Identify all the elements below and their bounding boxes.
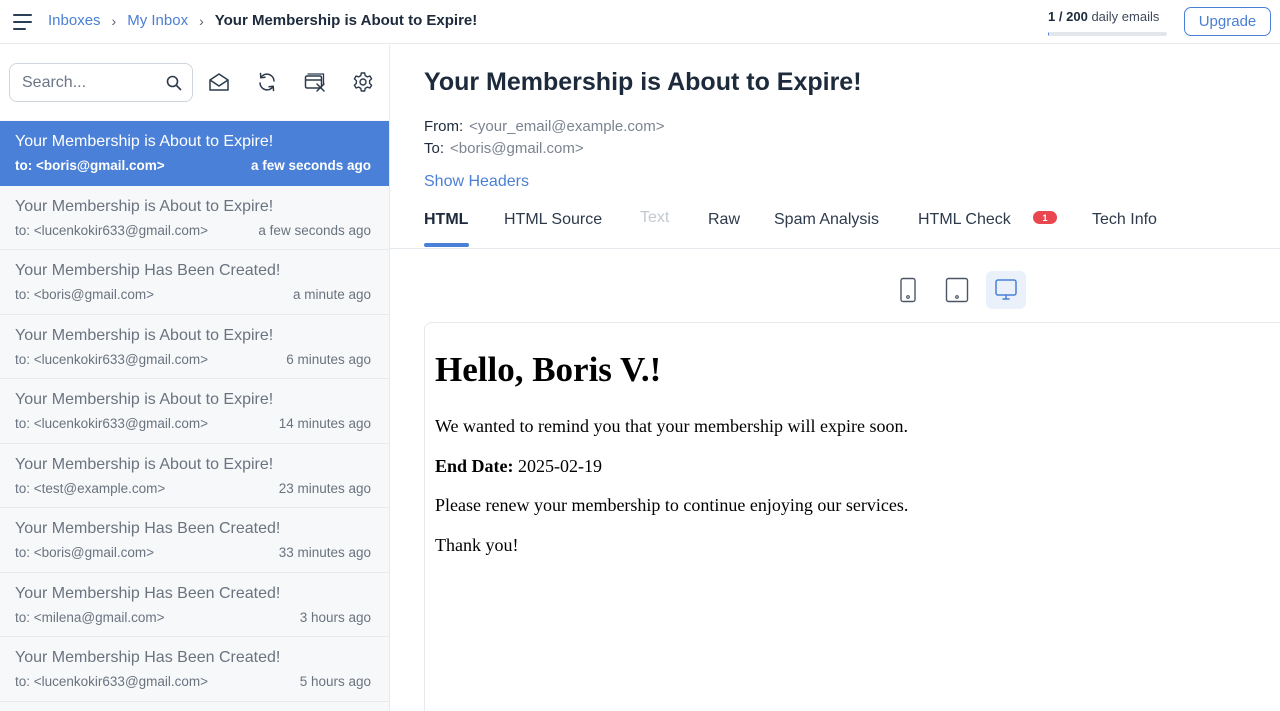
quota-label: daily emails: [1091, 9, 1160, 24]
tab-text: Text: [640, 209, 670, 226]
refresh-icon[interactable]: [256, 71, 278, 93]
tab-spam-analysis[interactable]: Spam Analysis: [774, 211, 879, 229]
tab-html-check[interactable]: HTML Check: [918, 211, 1011, 229]
to-label: To:: [424, 140, 445, 157]
email-list: Your Membership is About to Expire! to: …: [0, 121, 389, 702]
email-paragraph-reminder: We wanted to remind you that your member…: [435, 416, 908, 436]
email-paragraph-renew: Please renew your membership to continue…: [435, 495, 909, 515]
breadcrumb: Inboxes › My Inbox › Your Membership is …: [48, 12, 477, 29]
email-list-item[interactable]: Your Membership Has Been Created! to: <b…: [0, 508, 389, 573]
mobile-icon: [900, 277, 916, 303]
tablet-icon: [945, 277, 969, 303]
email-recipient: to: <lucenkokir633@gmail.com>: [15, 351, 209, 367]
email-recipient: to: <boris@gmail.com>: [15, 545, 155, 560]
to-address: <boris@gmail.com>: [450, 140, 584, 157]
email-time: a few seconds ago: [250, 158, 371, 173]
email-end-date: End Date: 2025-02-19: [435, 456, 602, 477]
from-address: <your_email@example.com>: [469, 118, 665, 135]
daily-quota: 1 / 200 daily emails: [1048, 9, 1159, 24]
email-time: 23 minutes ago: [278, 480, 371, 496]
email-subject: Your Membership Has Been Created!: [15, 262, 281, 279]
email-subject: Your Membership Has Been Created!: [15, 520, 281, 537]
end-date-value: 2025-02-19: [518, 456, 603, 476]
email-time: a minute ago: [292, 287, 371, 302]
email-list-item[interactable]: Your Membership Has Been Created! to: <b…: [0, 250, 389, 315]
search-box: [9, 63, 193, 102]
email-list-item[interactable]: Your Membership is About to Expire! to: …: [0, 443, 389, 508]
email-recipient: to: <milena@gmail.com>: [15, 609, 165, 625]
email-subject: Your Membership is About to Expire!: [15, 133, 274, 150]
desktop-view-button[interactable]: [986, 271, 1026, 309]
email-time: 6 minutes ago: [286, 351, 371, 367]
breadcrumb-separator: ›: [111, 12, 117, 29]
email-recipient: to: <lucenkokir633@gmail.com>: [15, 674, 209, 689]
email-subject: Your Membership is About to Expire!: [15, 197, 274, 215]
top-bar: Inboxes › My Inbox › Your Membership is …: [0, 0, 1280, 44]
mail-open-icon[interactable]: [208, 71, 230, 93]
quota-progress-fill: [1048, 32, 1049, 36]
end-date-label: End Date:: [435, 456, 514, 476]
email-list-item[interactable]: Your Membership Has Been Created! to: <l…: [0, 637, 389, 702]
message-view: Your Membership is About to Expire! From…: [390, 45, 1280, 711]
tablet-view-button[interactable]: [937, 271, 977, 309]
email-subject: Your Membership Has Been Created!: [15, 649, 281, 666]
email-subject: Your Membership is About to Expire!: [15, 391, 274, 408]
tab-html-source[interactable]: HTML Source: [504, 211, 602, 229]
email-list-item-active[interactable]: Your Membership is About to Expire! to: …: [0, 121, 389, 186]
tab-tech-info[interactable]: Tech Info: [1092, 211, 1157, 229]
email-time: 14 minutes ago: [278, 416, 371, 431]
email-time: a few seconds ago: [258, 222, 371, 238]
email-time: 3 hours ago: [299, 609, 371, 625]
active-tab-indicator: [424, 243, 469, 247]
breadcrumb-inboxes[interactable]: Inboxes: [48, 12, 101, 29]
from-row: From: <your_email@example.com>: [424, 118, 665, 135]
breadcrumb-my-inbox[interactable]: My Inbox: [127, 12, 188, 29]
email-time: 5 hours ago: [299, 674, 371, 689]
show-headers-link[interactable]: Show Headers: [424, 173, 529, 191]
search-icon[interactable]: [166, 75, 182, 91]
to-row: To: <boris@gmail.com>: [424, 140, 584, 157]
email-subject: Your Membership is About to Expire!: [15, 455, 274, 473]
tab-html[interactable]: HTML: [424, 211, 468, 229]
email-paragraph-thanks: Thank you!: [435, 535, 519, 555]
mobile-view-button[interactable]: [888, 271, 928, 309]
quota-progress-bar: [1048, 32, 1167, 36]
inbox-toolbar: [0, 45, 389, 120]
hamburger-menu-icon[interactable]: [13, 13, 33, 31]
desktop-icon: [995, 279, 1017, 300]
html-check-badge: 1: [1033, 211, 1057, 224]
email-preview: Hello, Boris V.! We wanted to remind you…: [424, 322, 1280, 711]
email-recipient: to: <boris@gmail.com>: [15, 287, 155, 302]
breadcrumb-current: Your Membership is About to Expire!: [214, 12, 478, 29]
search-input[interactable]: [22, 72, 162, 94]
email-recipient: to: <boris@gmail.com>: [15, 158, 165, 173]
email-recipient: to: <lucenkokir633@gmail.com>: [15, 416, 209, 431]
email-recipient: to: <lucenkokir633@gmail.com>: [15, 222, 209, 238]
message-title: Your Membership is About to Expire!: [424, 68, 862, 96]
gear-icon[interactable]: [352, 71, 374, 93]
email-time: 33 minutes ago: [278, 545, 371, 560]
quota-limit: 200: [1066, 9, 1088, 24]
from-label: From:: [424, 118, 464, 135]
email-greeting: Hello, Boris V.!: [435, 350, 662, 389]
tab-raw[interactable]: Raw: [708, 211, 740, 229]
email-list-item[interactable]: Your Membership is About to Expire! to: …: [0, 185, 389, 250]
sidebar: Your Membership is About to Expire! to: …: [0, 45, 390, 711]
email-list-item[interactable]: Your Membership is About to Expire! to: …: [0, 314, 389, 379]
email-list-item[interactable]: Your Membership is About to Expire! to: …: [0, 379, 389, 444]
breadcrumb-separator: ›: [199, 12, 204, 29]
email-subject: Your Membership is About to Expire!: [15, 326, 274, 344]
clear-inbox-icon[interactable]: [304, 71, 326, 93]
email-recipient: to: <test@example.com>: [15, 480, 166, 496]
upgrade-button[interactable]: Upgrade: [1184, 7, 1271, 36]
email-subject: Your Membership Has Been Created!: [15, 584, 281, 602]
view-tabs: HTML HTML Source Text Raw Spam Analysis …: [390, 203, 1280, 249]
email-list-item[interactable]: Your Membership Has Been Created! to: <m…: [0, 572, 389, 637]
